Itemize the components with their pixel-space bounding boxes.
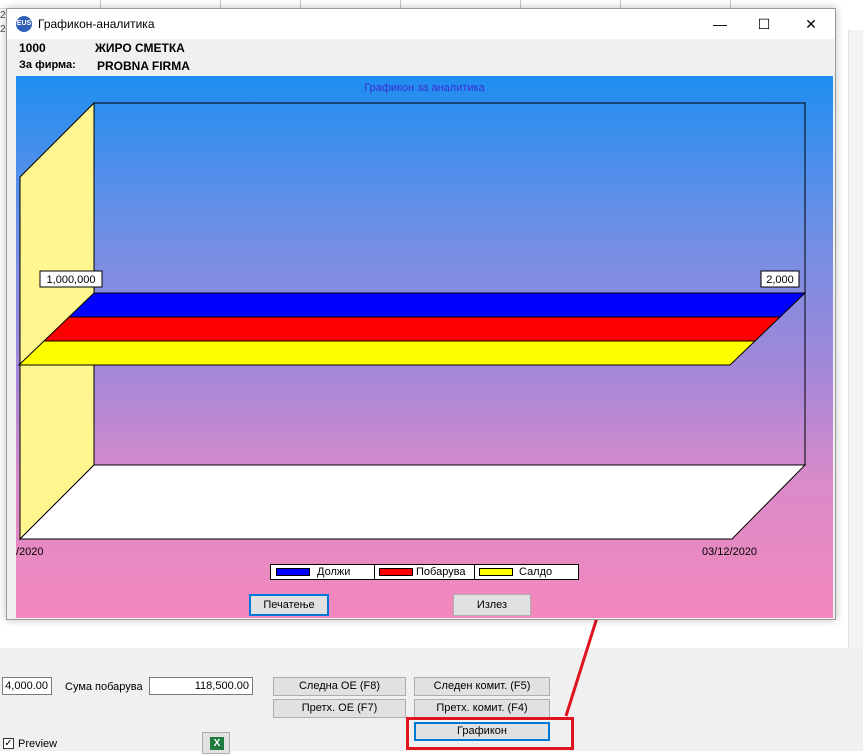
chart-svg: 1,000,000 2,000	[17, 101, 807, 541]
firm-label: За фирма:	[19, 59, 76, 71]
dialog-title: Графикон-аналитика	[38, 17, 155, 31]
account-code: 1000	[19, 41, 46, 55]
bars-group	[17, 292, 807, 366]
maximize-button[interactable]: ☐	[741, 9, 787, 39]
value-label-right: 2,000	[760, 270, 800, 288]
preview-label: Preview	[18, 738, 58, 750]
excel-icon: X	[210, 737, 224, 750]
suma-dolzi-field[interactable]: 4,000.00	[2, 677, 52, 695]
bg-column	[620, 0, 731, 8]
bg-column	[400, 0, 521, 8]
bg-column	[100, 0, 221, 8]
prev-komit-button[interactable]: Претх. комит. (F4)	[414, 699, 550, 718]
value-label-text: 1,000,000	[47, 274, 96, 286]
chart-bar-1	[67, 292, 807, 318]
bg-column	[300, 0, 401, 8]
chart-bar-3	[17, 340, 757, 366]
firm-name: PROBNA FIRMA	[97, 59, 190, 73]
exit-button[interactable]: Излез	[453, 594, 531, 616]
background-scrollbar[interactable]	[848, 30, 863, 670]
next-oe-button[interactable]: Следна ОЕ (F8)	[273, 677, 406, 696]
minimize-button[interactable]: —	[697, 9, 743, 39]
annotation-highlight-box	[406, 717, 574, 750]
next-komit-button[interactable]: Следен комит. (F5)	[414, 677, 550, 696]
legend-item: Побарува	[375, 565, 475, 579]
legend-swatch	[276, 568, 310, 576]
value-label-text: 2,000	[766, 274, 794, 286]
legend-item: Салдо	[475, 565, 579, 579]
chart-bar-2	[42, 316, 782, 342]
x-axis-end-label: 03/12/2020	[702, 546, 758, 558]
legend-swatch	[379, 568, 413, 576]
chart-legend: Должи Побарува Салдо	[270, 564, 579, 580]
chart-back-wall	[93, 102, 806, 466]
dialog-titlebar[interactable]: EUS Графикон-аналитика — ☐ ✕	[7, 9, 835, 39]
bg-column	[520, 0, 621, 8]
bg-column	[40, 0, 101, 8]
account-name: ЖИРО СМЕТКА	[95, 41, 185, 55]
bg-column	[220, 0, 301, 8]
chart-floor	[18, 464, 807, 540]
suma-pobaruva-label: Сума побарува	[65, 681, 143, 693]
preview-checkbox[interactable]: ✓	[3, 738, 14, 749]
legend-label: Должи	[317, 566, 351, 578]
print-button[interactable]: Печатење	[249, 594, 329, 616]
value-label-left: 1,000,000	[39, 270, 103, 288]
legend-label: Побарува	[416, 566, 466, 578]
x-axis-start-label: /2020	[16, 546, 44, 558]
legend-label: Салдо	[519, 566, 553, 578]
close-button[interactable]: ✕	[788, 9, 834, 39]
legend-swatch	[479, 568, 513, 576]
chart-dialog-window: EUS Графикон-аналитика — ☐ ✕ 1000 ЖИРО С…	[6, 8, 836, 620]
suma-pobaruva-field[interactable]: 118,500.00	[149, 677, 253, 695]
prev-oe-button[interactable]: Претх. ОЕ (F7)	[273, 699, 406, 718]
chart-area: Графикон за аналитика 1,000,000 2,000 /2…	[16, 76, 833, 618]
legend-item: Должи	[271, 565, 375, 579]
app-logo-icon: EUS	[16, 16, 32, 32]
